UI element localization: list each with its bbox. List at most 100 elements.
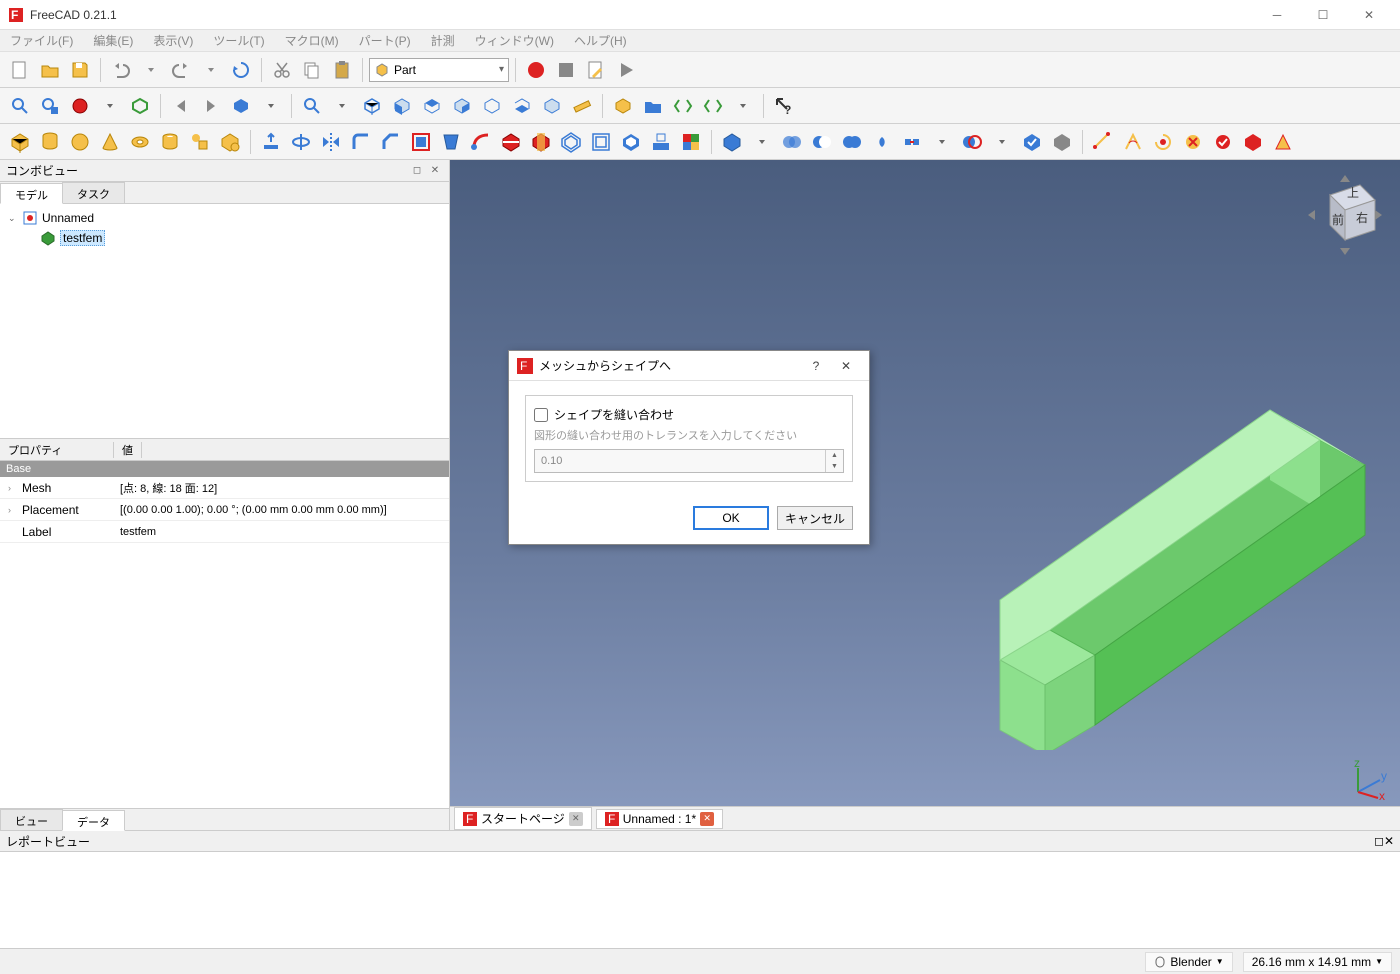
menu-edit[interactable]: 編集(E)	[87, 30, 139, 51]
paste-icon[interactable]	[328, 56, 356, 84]
revolve-icon[interactable]	[287, 128, 315, 156]
view-bottom-icon[interactable]	[508, 92, 536, 120]
copy-icon[interactable]	[298, 56, 326, 84]
dialog-help-icon[interactable]: ?	[801, 351, 831, 381]
navigation-cube[interactable]: 上 前 右	[1300, 170, 1390, 260]
join-icon[interactable]	[898, 128, 926, 156]
dimensions-display[interactable]: 26.16 mm x 14.91 mm ▼	[1243, 952, 1392, 972]
close-button[interactable]: ✕	[1346, 0, 1392, 30]
common-icon[interactable]	[868, 128, 896, 156]
spin-up-icon[interactable]: ▲	[826, 450, 843, 461]
shapebuilder-icon[interactable]	[216, 128, 244, 156]
link-dropdown-icon[interactable]	[257, 92, 285, 120]
menu-view[interactable]: 表示(V)	[147, 30, 199, 51]
fillet-icon[interactable]	[347, 128, 375, 156]
measure-delta-icon[interactable]	[1269, 128, 1297, 156]
workbench-selector[interactable]: Part	[369, 58, 509, 82]
color-icon[interactable]	[677, 128, 705, 156]
cut-icon[interactable]	[268, 56, 296, 84]
nav-back-icon[interactable]	[167, 92, 195, 120]
group-icon[interactable]	[639, 92, 667, 120]
doc-tab-unnamed[interactable]: F Unnamed : 1* ✕	[596, 809, 723, 829]
report-view-body[interactable]	[0, 852, 1400, 948]
sew-shape-checkbox[interactable]	[534, 408, 548, 422]
mirror-icon[interactable]	[317, 128, 345, 156]
cone-icon[interactable]	[96, 128, 124, 156]
check-geom-icon[interactable]	[1018, 128, 1046, 156]
tab-task[interactable]: タスク	[62, 182, 125, 203]
prop-value[interactable]: testfem	[114, 526, 449, 538]
minimize-button[interactable]: ─	[1254, 0, 1300, 30]
defeaturing-icon[interactable]	[1048, 128, 1076, 156]
offset2d-icon[interactable]	[587, 128, 615, 156]
cut-bool-icon[interactable]	[808, 128, 836, 156]
view-iso-icon[interactable]	[358, 92, 386, 120]
fit-all-icon[interactable]	[6, 92, 34, 120]
join-dropdown-icon[interactable]	[928, 128, 956, 156]
iso-view-icon[interactable]	[298, 92, 326, 120]
boolean-icon[interactable]	[778, 128, 806, 156]
new-icon[interactable]	[6, 56, 34, 84]
link-make-icon[interactable]	[669, 92, 697, 120]
draw-style-dropdown-icon[interactable]	[96, 92, 124, 120]
prop-row-mesh[interactable]: ›Mesh [点: 8, 線: 18 面: 12]	[0, 477, 449, 499]
refresh-icon[interactable]	[227, 56, 255, 84]
spin-down-icon[interactable]: ▼	[826, 461, 843, 472]
measure-refresh-icon[interactable]	[1149, 128, 1177, 156]
part-create-icon[interactable]	[609, 92, 637, 120]
split-icon[interactable]	[958, 128, 986, 156]
cancel-button[interactable]: キャンセル	[777, 506, 853, 530]
chevron-right-icon[interactable]: ›	[8, 505, 18, 515]
nav-style-selector[interactable]: Blender ▼	[1145, 952, 1232, 972]
redo-icon[interactable]	[167, 56, 195, 84]
menu-tools[interactable]: ツール(T)	[207, 30, 270, 51]
menu-file[interactable]: ファイル(F)	[4, 30, 79, 51]
panel-float-icon[interactable]: ◻	[409, 163, 425, 179]
primitives-icon[interactable]	[186, 128, 214, 156]
thickness-icon[interactable]	[617, 128, 645, 156]
measure-linear-icon[interactable]	[1089, 128, 1117, 156]
offset3d-icon[interactable]	[557, 128, 585, 156]
section-icon[interactable]	[497, 128, 525, 156]
ruled-surface-icon[interactable]	[407, 128, 435, 156]
bounding-box-icon[interactable]	[126, 92, 154, 120]
doc-tab-start[interactable]: F スタートページ ✕	[454, 807, 592, 830]
chevron-down-icon[interactable]: ⌄	[8, 213, 18, 224]
iso-dropdown-icon[interactable]	[328, 92, 356, 120]
link-actions-icon[interactable]	[699, 92, 727, 120]
fuse-icon[interactable]	[838, 128, 866, 156]
ok-button[interactable]: OK	[693, 506, 769, 530]
measure-clear-icon[interactable]	[1179, 128, 1207, 156]
whatsthis-icon[interactable]: ?	[770, 92, 798, 120]
tube-icon[interactable]	[156, 128, 184, 156]
draw-style-icon[interactable]	[66, 92, 94, 120]
view-rear-icon[interactable]	[478, 92, 506, 120]
chevron-right-icon[interactable]: ›	[8, 483, 18, 493]
link-actions-dropdown-icon[interactable]	[729, 92, 757, 120]
tolerance-field[interactable]	[535, 450, 825, 472]
sphere-icon[interactable]	[66, 128, 94, 156]
measure-angular-icon[interactable]	[1119, 128, 1147, 156]
menu-window[interactable]: ウィンドウ(W)	[469, 30, 560, 51]
close-tab-icon[interactable]: ✕	[700, 812, 714, 826]
torus-icon[interactable]	[126, 128, 154, 156]
view-front-icon[interactable]	[388, 92, 416, 120]
close-tab-icon[interactable]: ✕	[569, 812, 583, 826]
dialog-titlebar[interactable]: F メッシュからシェイプへ ? ✕	[509, 351, 869, 381]
cube-icon[interactable]	[6, 128, 34, 156]
sweep-icon[interactable]	[467, 128, 495, 156]
extrude-icon[interactable]	[257, 128, 285, 156]
menu-measure[interactable]: 計測	[425, 30, 461, 51]
open-icon[interactable]	[36, 56, 64, 84]
measure-icon[interactable]	[568, 92, 596, 120]
tab-view[interactable]: ビュー	[0, 809, 63, 830]
loft-icon[interactable]	[437, 128, 465, 156]
measure-toggle3d-icon[interactable]	[1239, 128, 1267, 156]
nav-forward-icon[interactable]	[197, 92, 225, 120]
macro-record-icon[interactable]	[522, 56, 550, 84]
undo-icon[interactable]	[107, 56, 135, 84]
cross-section-icon[interactable]	[527, 128, 555, 156]
fit-selection-icon[interactable]	[36, 92, 64, 120]
save-icon[interactable]	[66, 56, 94, 84]
dialog-close-icon[interactable]: ✕	[831, 351, 861, 381]
